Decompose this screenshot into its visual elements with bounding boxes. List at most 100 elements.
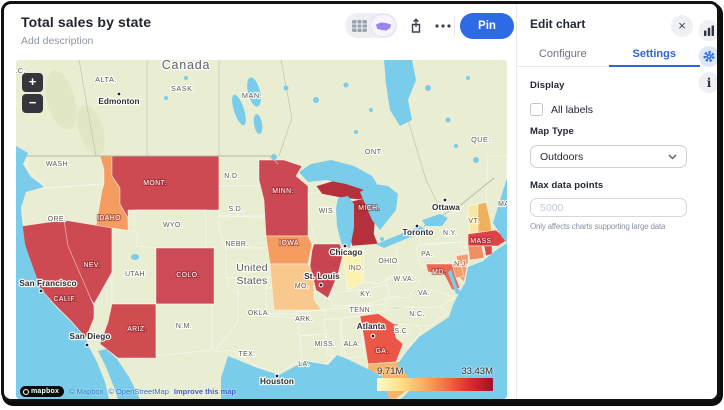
info-rail-button[interactable]: i xyxy=(699,72,720,93)
state-label: W.VA. xyxy=(394,276,415,283)
tab-settings[interactable]: Settings xyxy=(609,45,701,66)
state-label: KY. xyxy=(360,291,371,298)
state-label: MINN. xyxy=(272,188,294,195)
mapbox-logo[interactable]: mapbox xyxy=(20,386,64,397)
state-label: ARIZ. xyxy=(127,326,147,333)
osm-link[interactable]: © OpenStreetMap xyxy=(108,387,169,396)
add-description-link[interactable]: Add description xyxy=(21,35,93,47)
max-data-points-label: Max data points xyxy=(530,180,687,191)
city-label: Chicago xyxy=(330,248,363,257)
state-label: S.D. xyxy=(228,206,243,213)
display-section-heading: Display xyxy=(530,80,687,91)
state-label: IDAHO xyxy=(97,215,121,222)
mapbox-link[interactable]: © Mapbox xyxy=(69,387,103,396)
sidebar-rail: i xyxy=(701,4,717,399)
state-label: ARK. xyxy=(295,316,313,323)
all-labels-label: All labels xyxy=(551,104,593,116)
table-view-toggle[interactable] xyxy=(347,15,371,36)
app-window: Total sales by state Add description Pin xyxy=(1,1,720,402)
state-label: OKLA. xyxy=(248,310,270,317)
map-type-select[interactable]: Outdoors xyxy=(530,145,687,168)
close-icon[interactable]: × xyxy=(671,15,693,37)
more-options-button[interactable] xyxy=(430,13,455,38)
city-label: San Francisco xyxy=(19,279,76,288)
visualization-toggle[interactable] xyxy=(345,13,397,38)
state-nm[interactable] xyxy=(156,304,212,356)
state-label: WIS. xyxy=(319,208,336,215)
province-label: MAN. xyxy=(242,91,262,100)
map-type-value: Outdoors xyxy=(540,151,583,163)
max-data-points-helper: Only affects charts supporting large dat… xyxy=(530,222,687,231)
state-ct[interactable] xyxy=(468,246,484,260)
state-label: NEV. xyxy=(83,262,100,269)
country-label: United xyxy=(236,262,268,274)
settings-rail-button[interactable] xyxy=(699,46,720,67)
city-label: Toronto xyxy=(402,228,433,237)
state-label: TENN. xyxy=(350,307,373,314)
state-label: MAINE xyxy=(498,201,507,208)
state-label: MO. xyxy=(295,283,309,290)
map-zoom-out-button[interactable]: − xyxy=(22,94,43,113)
state-mont[interactable] xyxy=(112,156,219,218)
great-salt-lake xyxy=(131,254,139,260)
state-label: MISS. xyxy=(315,341,336,348)
state-label: NEBR. xyxy=(225,241,248,248)
state-label: MONT. xyxy=(143,180,166,187)
share-icon xyxy=(409,18,423,34)
max-data-points-input[interactable] xyxy=(530,198,687,217)
state-label: MASS xyxy=(470,238,491,245)
all-labels-checkbox[interactable] xyxy=(530,103,543,116)
state-label: OHIO xyxy=(378,258,397,265)
state-label: IND. xyxy=(348,265,363,272)
state-label: MICH. xyxy=(358,205,380,212)
state-ark[interactable] xyxy=(296,310,326,336)
pin-button[interactable]: Pin xyxy=(460,13,514,39)
state-label: WASH. xyxy=(46,161,70,168)
legend-max-value: 33.43M xyxy=(461,366,493,377)
choropleth-map[interactable]: CanadaUnitedStates B.C.ALTA.SASK.MAN.ONT… xyxy=(16,60,507,399)
state-label: S.C. xyxy=(394,328,409,335)
city-label: Edmonton xyxy=(98,97,139,106)
tab-configure[interactable]: Configure xyxy=(517,45,609,66)
edit-chart-panel: Edit chart × Configure Settings Display … xyxy=(516,4,700,399)
city-label: Ottawa xyxy=(432,203,460,212)
panel-title: Edit chart xyxy=(530,17,585,31)
map-canvas: CanadaUnitedStates B.C.ALTA.SASK.MAN.ONT… xyxy=(16,60,507,399)
state-label: ALA. xyxy=(344,341,361,348)
city-label: Atlanta xyxy=(357,322,386,331)
state-label: UTAH xyxy=(125,271,145,278)
info-icon: i xyxy=(707,76,712,90)
color-legend: 9.71M 33.43M xyxy=(377,366,493,391)
improve-map-link[interactable]: Improve this map xyxy=(174,387,236,396)
table-icon xyxy=(352,20,367,32)
usa-map-icon xyxy=(375,20,392,32)
visualization-rail-button[interactable] xyxy=(699,20,720,41)
share-button[interactable] xyxy=(403,13,428,38)
state-label: N.M. xyxy=(176,323,192,330)
toolbar-divider xyxy=(454,16,455,36)
state-label: GA. xyxy=(375,348,388,355)
province-label: SASK. xyxy=(171,84,195,93)
map-type-label: Map Type xyxy=(530,126,687,137)
state-label: VA. xyxy=(418,290,430,297)
city-dot xyxy=(85,343,89,347)
gear-icon xyxy=(703,50,716,63)
city-dot xyxy=(371,334,375,338)
state-label: N.D. xyxy=(224,173,239,180)
state-label: N.Y. xyxy=(443,230,457,237)
city-dot xyxy=(443,198,447,202)
state-label: PA. xyxy=(421,251,433,258)
state-label: LA. xyxy=(298,361,310,368)
map-view-toggle[interactable] xyxy=(371,15,395,36)
mapbox-logo-icon xyxy=(23,389,29,395)
state-label: WYO. xyxy=(163,222,183,229)
city-dot xyxy=(39,289,43,293)
map-zoom-in-button[interactable]: + xyxy=(22,73,43,92)
state-label: N.J. xyxy=(454,261,468,268)
state-label: CALIF. xyxy=(53,296,76,303)
state-label: VT. xyxy=(468,218,479,225)
panel-tabs: Configure Settings xyxy=(517,45,700,67)
map-attribution: mapbox © Mapbox © OpenStreetMap Improve … xyxy=(20,386,236,397)
page-title: Total sales by state xyxy=(21,14,151,30)
state-label: TEX. xyxy=(239,351,256,358)
